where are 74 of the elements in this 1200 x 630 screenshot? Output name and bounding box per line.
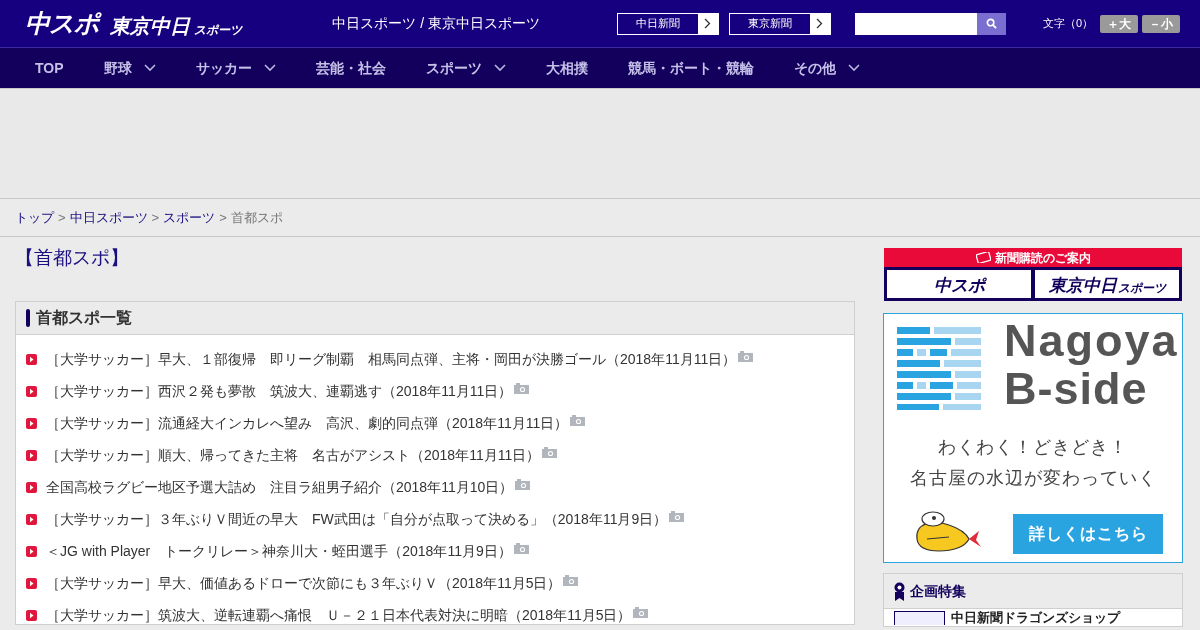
- site-logo[interactable]: 中スポ 東京中日 スポーツ: [25, 11, 243, 36]
- page-title: 【首都スポ】: [15, 246, 130, 270]
- banner-text: 名古屋の水辺が変わっていく: [908, 467, 1158, 490]
- play-bullet-icon: [26, 417, 37, 429]
- thumbnail-image: [894, 611, 945, 625]
- camera-icon: [738, 350, 754, 362]
- article-link[interactable]: ［大学サッカー］３年ぶりＶ間近の早大 FW武田は「自分が点取って決める」（2018年11月9日）: [46, 508, 668, 530]
- subscription-heading: 新聞購読のご案内: [994, 251, 1091, 264]
- play-bullet-icon: [26, 609, 37, 621]
- newspaper-link[interactable]: 中日新聞: [616, 12, 719, 35]
- chevron-down-icon: [847, 64, 860, 72]
- breadcrumb-link[interactable]: 中日スポーツ: [69, 207, 148, 228]
- breadcrumb-link[interactable]: スポーツ: [163, 207, 216, 228]
- chevron-right-icon: [816, 18, 824, 29]
- article-link[interactable]: ［大学サッカー］順大、帰ってきた主将 名古がアシスト（2018年11月11日）: [46, 444, 541, 466]
- heading-bar-icon: [26, 309, 30, 327]
- nav-item[interactable]: サッカー: [195, 57, 276, 79]
- play-bullet-icon: [26, 481, 37, 493]
- banner-text: わくわく！どきどき！: [937, 436, 1129, 459]
- chevron-down-icon: [493, 64, 506, 72]
- nav-item[interactable]: 芸能・社会: [315, 57, 386, 79]
- feature-link[interactable]: 中日新聞ドラゴンズショップ: [951, 611, 1120, 625]
- article-link[interactable]: ［大学サッカー］早大、価値あるドローで次節にも３年ぶりＶ（2018年11月5日）: [46, 572, 562, 594]
- font-size-label: 文字（0）: [1042, 16, 1093, 32]
- newspaper-logo-button[interactable]: 中スポ: [887, 270, 1031, 298]
- features-heading: 企画特集: [910, 581, 966, 601]
- play-bullet-icon: [26, 577, 37, 589]
- banner-ad[interactable]: Nagoya B-side わくわく！どきどき！ 名古屋の水辺が変わっていく 詳しくはこちら: [883, 313, 1183, 563]
- nav-item[interactable]: 競馬・ボート・競輪: [627, 57, 754, 79]
- chevron-down-icon: [263, 64, 276, 72]
- nav-item[interactable]: 野球: [103, 57, 156, 79]
- play-bullet-icon: [26, 513, 37, 525]
- ticket-icon: [975, 252, 991, 263]
- camera-icon: [515, 478, 531, 490]
- banner-title: Nagoya: [1004, 318, 1179, 363]
- nav-item[interactable]: その他: [793, 57, 860, 79]
- search-icon: [985, 18, 997, 29]
- play-bullet-icon: [26, 545, 37, 557]
- camera-icon: [633, 606, 649, 618]
- article-link[interactable]: ［大学サッカー］流通経大インカレへ望み 高沢、劇的同点弾（2018年11月11日）: [46, 412, 569, 434]
- newspaper-link[interactable]: 東京新聞: [728, 12, 831, 35]
- chevron-right-icon: [704, 18, 712, 29]
- camera-icon: [513, 542, 529, 554]
- site-tagline: 中日スポーツ / 東京中日スポーツ: [332, 14, 540, 33]
- article-link[interactable]: ［大学サッカー］筑波大、逆転連覇へ痛恨 Ｕ－２１日本代表対決に明暗（2018年11月5日）: [46, 604, 632, 626]
- breadcrumb-separator: >: [58, 208, 66, 227]
- camera-icon: [669, 510, 685, 522]
- newspaper-logo-button[interactable]: 東京中日スポーツ: [1035, 270, 1179, 298]
- nav-item[interactable]: TOP: [35, 57, 64, 79]
- award-ribbon-icon: [894, 581, 905, 601]
- chevron-down-icon: [143, 64, 156, 72]
- breadcrumb-separator: >: [151, 208, 160, 227]
- article-link[interactable]: ［大学サッカー］西沢２発も夢散 筑波大、連覇逃す（2018年11月11日）: [46, 380, 513, 402]
- fried-shrimp-mascot-drawing: [913, 511, 982, 553]
- article-link[interactable]: ［大学サッカー］早大、１部復帰 即リーグ制覇 相馬同点弾、主将・岡田が決勝ゴール（2018年11月11日）: [46, 348, 737, 370]
- nav-item[interactable]: スポーツ: [425, 57, 506, 79]
- breadcrumb-separator: >: [219, 208, 227, 227]
- article-link[interactable]: 全国高校ラグビー地区予選大詰め 注目ラ組男子紹介（2018年11月10日）: [46, 476, 514, 498]
- brick-wall-logo-icon: [897, 327, 981, 410]
- play-bullet-icon: [26, 449, 37, 461]
- search-field[interactable]: [854, 12, 977, 35]
- play-bullet-icon: [26, 353, 37, 365]
- play-bullet-icon: [26, 385, 37, 397]
- camera-icon: [570, 414, 586, 426]
- breadcrumb-current: 首都スポ: [230, 208, 283, 227]
- camera-icon: [542, 446, 558, 458]
- camera-icon: [514, 382, 530, 394]
- search-button[interactable]: [976, 12, 1006, 35]
- list-heading: 首都スポ一覧: [36, 308, 132, 328]
- camera-icon: [563, 574, 579, 586]
- nav-item[interactable]: 大相撲: [545, 57, 588, 79]
- breadcrumb-link[interactable]: トップ: [15, 207, 54, 228]
- article-link[interactable]: ＜JG with Player トークリレー＞神奈川大・蛭田選手（2018年11月9日）: [46, 540, 512, 562]
- banner-title: B-side: [1004, 366, 1148, 411]
